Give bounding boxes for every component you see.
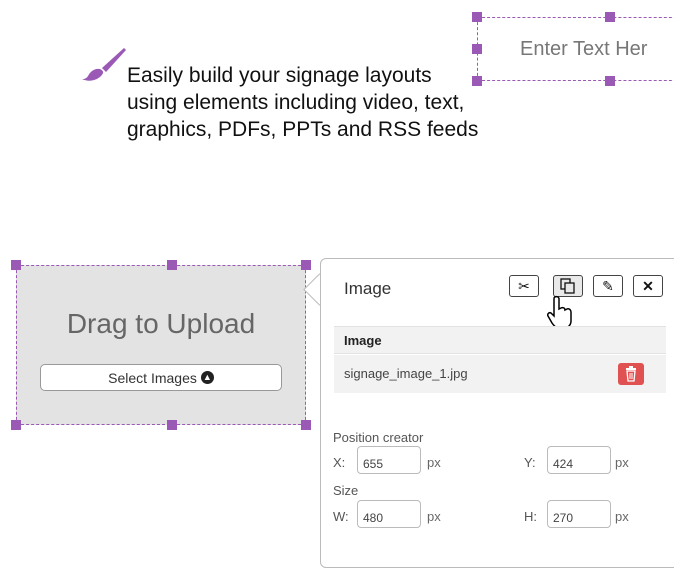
scissors-icon: ✂: [518, 277, 530, 294]
resize-handle[interactable]: [605, 12, 615, 22]
drag-upload-title: Drag to Upload: [66, 308, 256, 339]
x-label: X:: [333, 455, 346, 470]
resize-handle[interactable]: [605, 76, 615, 86]
resize-handle[interactable]: [11, 260, 21, 270]
image-file-name: signage_image_1.jpg: [344, 366, 468, 381]
paintbrush-icon: [82, 48, 126, 81]
resize-handle[interactable]: [472, 12, 482, 22]
upload-circle-icon: ▲: [200, 371, 214, 384]
h-unit: px: [615, 509, 629, 524]
hand-pointer-icon: [547, 295, 572, 329]
properties-panel: Image ✂ ✎ ✕ Image signage_image_1.jpg Po…: [320, 258, 674, 568]
resize-handle[interactable]: [167, 260, 177, 270]
w-label: W:: [333, 509, 349, 524]
trash-icon: [626, 366, 636, 382]
size-label: Size: [333, 483, 359, 498]
select-images-button[interactable]: Select Images ▲: [40, 364, 282, 391]
copy-icon: [560, 278, 575, 294]
text-element[interactable]: Enter Text Her: [477, 17, 674, 81]
y-input[interactable]: [547, 446, 611, 474]
select-images-label: Select Images: [108, 369, 197, 386]
close-button[interactable]: ✕: [633, 275, 663, 297]
y-label: Y:: [524, 455, 536, 470]
copy-button[interactable]: [553, 275, 583, 297]
pencil-icon: ✎: [602, 277, 614, 294]
h-label: H:: [524, 509, 537, 524]
height-input[interactable]: [547, 500, 611, 528]
edit-button[interactable]: ✎: [593, 275, 623, 297]
text-element-placeholder[interactable]: Enter Text Her: [520, 38, 647, 61]
image-section-header: Image: [334, 326, 666, 354]
image-upload-dropzone[interactable]: Drag to Upload Select Images ▲: [16, 265, 306, 425]
resize-handle[interactable]: [11, 420, 21, 430]
width-input[interactable]: [357, 500, 421, 528]
resize-handle[interactable]: [472, 44, 482, 54]
delete-image-button[interactable]: [618, 363, 644, 385]
tagline: Easily build your signage layouts using …: [127, 64, 479, 141]
panel-title: Image: [344, 279, 392, 298]
resize-handle[interactable]: [167, 420, 177, 430]
y-unit: px: [615, 455, 629, 470]
w-unit: px: [427, 509, 441, 524]
close-icon: ✕: [642, 277, 654, 294]
image-file-row: signage_image_1.jpg: [334, 355, 666, 393]
resize-handle[interactable]: [301, 260, 311, 270]
x-input[interactable]: [357, 446, 421, 474]
position-label: Position creator: [333, 430, 424, 445]
cut-button[interactable]: ✂: [509, 275, 539, 297]
resize-handle[interactable]: [301, 420, 311, 430]
x-unit: px: [427, 455, 441, 470]
